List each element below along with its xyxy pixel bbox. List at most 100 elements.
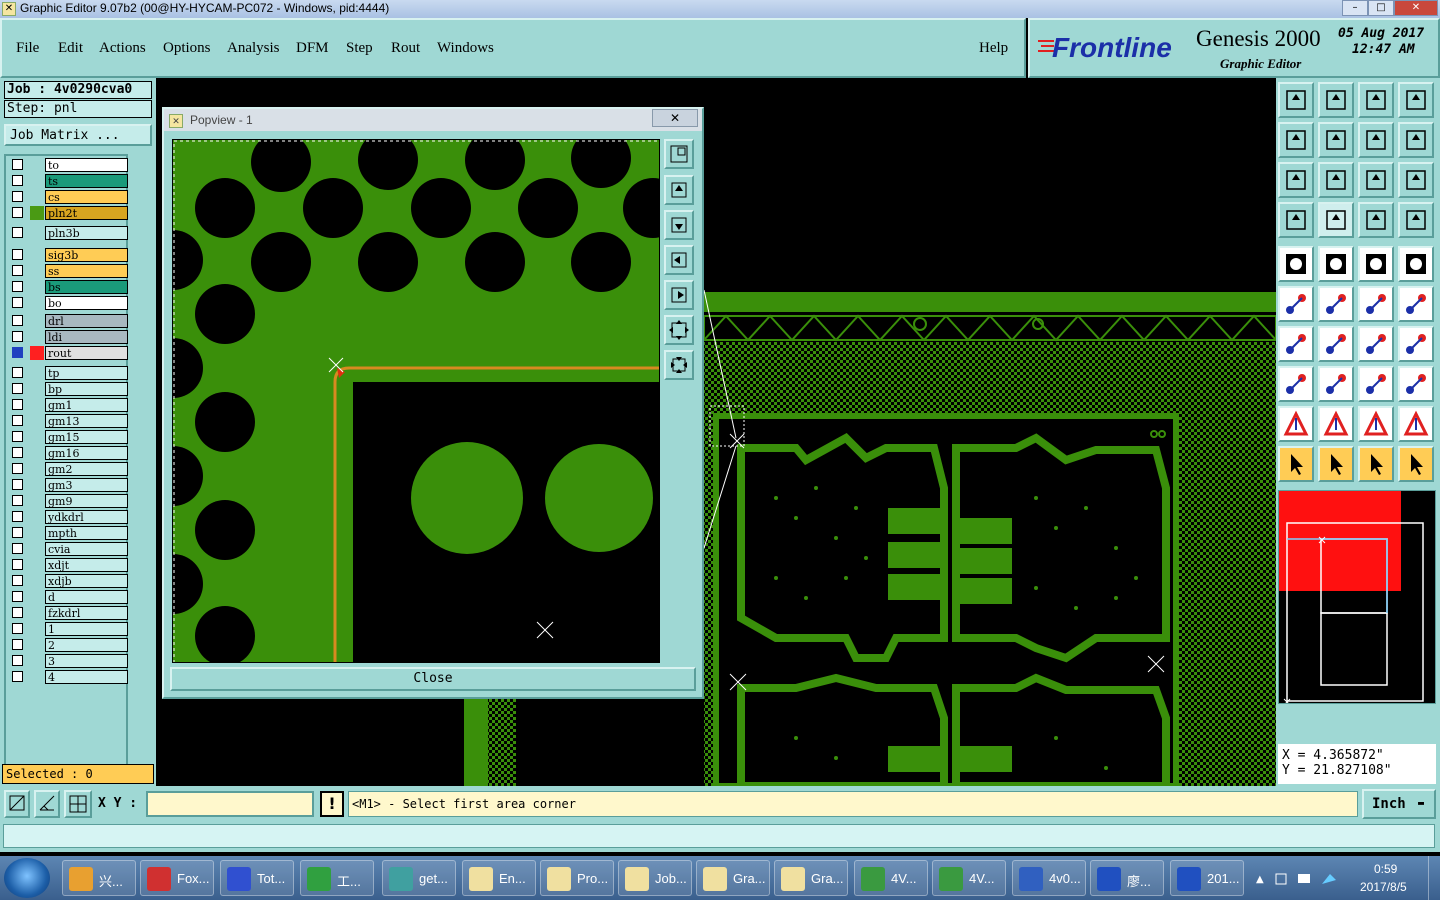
layer-row[interactable]: gm9 (10, 494, 128, 508)
layer-color-swatch[interactable] (30, 330, 44, 344)
triangle-3-icon[interactable] (1358, 406, 1394, 442)
layer-color-swatch[interactable] (30, 174, 44, 188)
layer-name[interactable]: bp (45, 382, 128, 396)
layer-name[interactable]: ydkdrl (45, 510, 128, 524)
copy-red-icon[interactable] (1278, 366, 1314, 402)
layer-name[interactable]: ts (45, 174, 128, 188)
home-icon[interactable] (1358, 82, 1394, 118)
layer-color-swatch[interactable] (30, 248, 44, 262)
add-pad-icon[interactable] (1358, 286, 1394, 322)
layer-color-swatch[interactable] (30, 430, 44, 444)
layer-row[interactable]: mpth (10, 526, 128, 540)
split-view-icon[interactable] (1398, 82, 1434, 118)
pan-to-fit-icon[interactable] (664, 139, 694, 169)
pad-select-icon[interactable] (1278, 246, 1314, 282)
menu-options[interactable]: Options (163, 40, 211, 57)
swap-icon[interactable] (1358, 122, 1394, 158)
array-icon[interactable] (1398, 366, 1434, 402)
taskbar-item[interactable]: 4V... (932, 860, 1006, 896)
layer-row[interactable]: cvia (10, 542, 128, 556)
pan-down-icon[interactable] (664, 210, 694, 240)
layer-name[interactable]: ss (45, 264, 128, 278)
layer-checkbox[interactable] (12, 447, 23, 458)
layer-name[interactable]: 1 (45, 622, 128, 636)
layer-color-swatch[interactable] (30, 314, 44, 328)
layer-checkbox[interactable] (12, 383, 23, 394)
layer-row[interactable]: sig3b (10, 248, 128, 262)
split-pad-icon[interactable] (1398, 286, 1434, 322)
layer-name[interactable]: cvia (45, 542, 128, 556)
warning-icon[interactable]: ! (320, 791, 344, 817)
layer-name[interactable]: gm2 (45, 462, 128, 476)
layer-color-swatch[interactable] (30, 446, 44, 460)
layer-checkbox[interactable] (12, 367, 23, 378)
menu-edit[interactable]: Edit (58, 40, 83, 57)
layer-name[interactable]: pln2t (45, 206, 128, 220)
route-path-icon[interactable] (1398, 446, 1434, 482)
layer-row[interactable]: gm1 (10, 398, 128, 412)
layer-color-swatch[interactable] (30, 494, 44, 508)
pan-right-icon[interactable] (1318, 122, 1354, 158)
layer-row[interactable]: bp (10, 382, 128, 396)
route-icon[interactable] (1398, 122, 1434, 158)
layer-row[interactable]: rout (10, 346, 128, 360)
layer-checkbox[interactable] (12, 191, 23, 202)
layer-color-swatch[interactable] (30, 462, 44, 476)
layer-row[interactable]: cs (10, 190, 128, 204)
zoom-out-icon[interactable] (664, 350, 694, 380)
menu-dfm[interactable]: DFM (296, 40, 329, 57)
layer-name[interactable]: gm13 (45, 414, 128, 428)
ruler-icon[interactable] (1358, 246, 1394, 282)
layer-checkbox[interactable] (12, 543, 23, 554)
taskbar-item[interactable]: 廖... (1090, 860, 1164, 896)
draw-line-icon[interactable] (1318, 246, 1354, 282)
layer-checkbox[interactable] (12, 511, 23, 522)
layer-color-swatch[interactable] (30, 280, 44, 294)
taskbar-item[interactable]: En... (462, 860, 536, 896)
layer-color-swatch[interactable] (30, 638, 44, 652)
layer-row[interactable]: 1 (10, 622, 128, 636)
taskbar-item[interactable]: 兴... (62, 860, 136, 896)
layer-color-swatch[interactable] (30, 542, 44, 556)
layer-color-swatch[interactable] (30, 398, 44, 412)
menu-help[interactable]: Help (979, 40, 1008, 57)
layer-name[interactable]: sig3b (45, 248, 128, 262)
menu-actions[interactable]: Actions (99, 40, 146, 57)
layer-row[interactable]: drl (10, 314, 128, 328)
taskbar-item[interactable]: Job... (618, 860, 692, 896)
layer-row[interactable]: 3 (10, 654, 128, 668)
layer-color-swatch[interactable] (30, 574, 44, 588)
layer-checkbox[interactable] (12, 399, 23, 410)
rotate-icon[interactable] (1358, 326, 1394, 362)
layer-name[interactable]: ldi (45, 330, 128, 344)
layer-name[interactable]: 3 (45, 654, 128, 668)
layer-checkbox[interactable] (12, 575, 23, 586)
stackup-icon[interactable] (1278, 202, 1314, 238)
grid-snap-icon[interactable] (64, 790, 92, 818)
triangle-4-icon[interactable] (1398, 406, 1434, 442)
layer-row[interactable]: d (10, 590, 128, 604)
layer-color-swatch[interactable] (30, 558, 44, 572)
layer-checkbox[interactable] (12, 159, 23, 170)
layer-color-swatch[interactable] (30, 414, 44, 428)
layer-row[interactable]: xdjb (10, 574, 128, 588)
layer-row[interactable]: gm2 (10, 462, 128, 476)
layer-name[interactable]: pln3b (45, 226, 128, 240)
layer-color-swatch[interactable] (30, 346, 44, 360)
layer-color-swatch[interactable] (30, 264, 44, 278)
layer-color-swatch[interactable] (30, 190, 44, 204)
layer-color-swatch[interactable] (30, 296, 44, 310)
taskbar-item[interactable]: Tot... (220, 860, 294, 896)
layer-row[interactable]: gm13 (10, 414, 128, 428)
layer-name[interactable]: mpth (45, 526, 128, 540)
taskbar-item[interactable]: Pro... (540, 860, 614, 896)
layer-name[interactable]: bs (45, 280, 128, 294)
layer-row[interactable]: gm16 (10, 446, 128, 460)
layer-checkbox[interactable] (12, 431, 23, 442)
layer-name[interactable]: gm1 (45, 398, 128, 412)
layer-row[interactable]: 4 (10, 670, 128, 684)
layer-row[interactable]: gm15 (10, 430, 128, 444)
taskbar-item[interactable]: Fox... (140, 860, 214, 896)
layer-checkbox[interactable] (12, 655, 23, 666)
taskbar-item[interactable]: 工... (300, 860, 374, 896)
